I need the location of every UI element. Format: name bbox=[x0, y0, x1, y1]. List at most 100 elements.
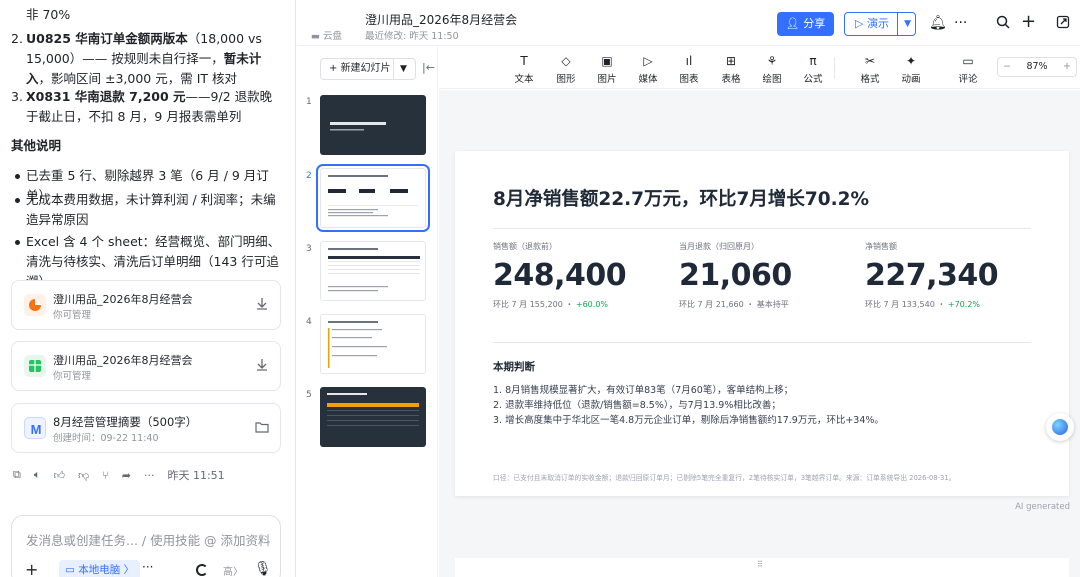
slide-thumbnails: + 新建幻灯片 ▼ |← 1 2 3 4 5 bbox=[297, 47, 438, 577]
breadcrumb[interactable]: ▬ 云盘 bbox=[311, 28, 342, 42]
branch-icon[interactable]: ⑂ bbox=[102, 469, 109, 482]
tool-4[interactable]: ıl 图表 bbox=[672, 53, 706, 85]
slide-thumbnail[interactable] bbox=[320, 387, 426, 447]
speaker-icon[interactable]: 🔈︎ bbox=[34, 468, 41, 482]
kpi-sales: 销售额（退款前） 248,400 环比 7 月 155,200 ・ +60.0% bbox=[493, 241, 673, 310]
tool-label: 媒体 bbox=[638, 74, 658, 85]
folder-icon[interactable] bbox=[254, 419, 270, 435]
tool-3[interactable]: ▷ 媒体 bbox=[631, 53, 665, 85]
bullet-text: 无成本费用数据，未计算利润 / 利润率；未编造异常原因 bbox=[26, 192, 276, 227]
kpi-compare-text: 环比 7 月 155,200 ・ bbox=[493, 300, 576, 309]
zoom-level: 87% bbox=[1026, 61, 1048, 72]
slide-thumbnail[interactable] bbox=[320, 241, 426, 301]
add-icon[interactable]: + bbox=[25, 560, 38, 577]
tool-7[interactable]: π 公式 bbox=[796, 53, 830, 85]
more-icon[interactable]: ··· bbox=[142, 560, 153, 574]
section-title: 其他说明 bbox=[11, 138, 62, 153]
copy-icon[interactable]: ⧉ bbox=[13, 468, 21, 482]
tool-0[interactable]: T 文本 bbox=[507, 53, 541, 85]
tool-icon: ✂ bbox=[864, 54, 876, 68]
slide-thumbnail-selected[interactable] bbox=[316, 164, 430, 232]
doc-created-time: 创建时间：09-22 11:40 bbox=[53, 433, 159, 444]
slide-thumbnail[interactable] bbox=[320, 314, 426, 374]
tool-1[interactable]: ◇ 图形 bbox=[549, 53, 583, 85]
share-button[interactable]: 👤︎ 分享 bbox=[777, 12, 834, 36]
kpi-compare-text: 环比 7 月 21,660 ・ 基本持平 bbox=[679, 300, 789, 309]
microphone-icon[interactable]: 🎙︎ bbox=[254, 561, 272, 577]
tool-2[interactable]: ▣ 图片 bbox=[590, 53, 624, 85]
current-slide[interactable]: 8月净销售额22.7万元，环比7月增长70.2% 销售额（退款前） 248,40… bbox=[455, 151, 1069, 496]
more-icon[interactable]: ··· bbox=[954, 15, 967, 31]
kpi-delta: +70.2% bbox=[947, 300, 981, 309]
present-button[interactable]: ▷ 演示 ▼ bbox=[844, 12, 916, 36]
tool-icon: ⚘ bbox=[766, 54, 778, 68]
tool-icon: ıl bbox=[685, 54, 693, 68]
file-permission: 你可管理 bbox=[53, 371, 92, 382]
tool-icon: ⊞ bbox=[725, 54, 737, 68]
assistant-orb-icon[interactable] bbox=[1046, 413, 1074, 441]
message-input[interactable]: 发消息或创建任务... / 使用技能 @ 添加资料 + ▭ 本地电脑 〉 ···… bbox=[11, 515, 281, 577]
tool-label: 格式 bbox=[860, 74, 880, 85]
zoom-out-icon[interactable]: − bbox=[1003, 58, 1011, 76]
download-icon[interactable] bbox=[254, 357, 270, 373]
editor-toolbar: T 文本 ◇ 图形 ▣ 图片 ▷ 媒体 ıl 图表 ⊞ 表格 ⚘ 绘图 π 公式 ✂ 格式 ✦ 动画 ▭ 评论 − 87% + bbox=[439, 47, 1080, 89]
doc-name: 8月经营管理摘要（500字） bbox=[53, 415, 198, 429]
thumbs-up-icon[interactable]: 👍︎ bbox=[53, 469, 65, 482]
judgement-line: 3. 增长高度集中于华北区一笔4.8万元企业订单，剔除后净销售额约17.9万元，… bbox=[493, 415, 884, 426]
share-icon[interactable]: ➦ bbox=[122, 469, 131, 482]
tool-label: 文本 bbox=[514, 74, 534, 85]
mode-select[interactable]: 高〉 bbox=[223, 563, 243, 577]
bell-icon[interactable]: 🔔︎ bbox=[929, 15, 947, 31]
new-slide-label: 新建幻灯片 bbox=[340, 63, 391, 74]
tool-8[interactable]: ✂ 格式 bbox=[853, 53, 887, 85]
chevron-down-icon[interactable]: ▼ bbox=[904, 13, 911, 35]
document-title[interactable]: 澄川用品_2026年8月经营会 bbox=[365, 11, 517, 28]
external-link-icon[interactable] bbox=[1056, 15, 1070, 33]
more-icon[interactable]: ··· bbox=[144, 469, 155, 482]
slide-number: 5 bbox=[306, 390, 312, 400]
tool-label: 动画 bbox=[901, 74, 921, 85]
list-item: 2. U0825 华南订单金额两版本（18,000 vs 15,000）—— 按… bbox=[11, 29, 283, 89]
list-number: 3. bbox=[11, 89, 23, 104]
zoom-in-icon[interactable]: + bbox=[1063, 58, 1071, 76]
slide-footnote: 口径：已支付且未取消订单的实收金额；退款归回原订单月；已剔除5笔完全重复行，2笔… bbox=[493, 474, 956, 482]
slide-thumbnail[interactable] bbox=[320, 95, 426, 155]
judgement-title: 本期判断 bbox=[493, 361, 535, 373]
list-item-bold: X0831 华南退款 7,200 元 bbox=[26, 89, 186, 104]
slide-title: 8月净销售额22.7万元，环比7月增长70.2% bbox=[493, 189, 870, 210]
thumbs-down-icon[interactable]: 👎︎ bbox=[78, 469, 89, 482]
chevron-down-icon[interactable]: ▼ bbox=[400, 59, 407, 79]
tool-icon: ▷ bbox=[643, 54, 653, 68]
file-name: 澄川用品_2026年8月经营会 bbox=[53, 293, 193, 306]
drag-handle-icon[interactable]: ⠿ bbox=[757, 560, 763, 569]
user-icon: 👤︎ bbox=[785, 17, 800, 30]
kpi-label: 净销售额 bbox=[865, 242, 897, 251]
zoom-control[interactable]: − 87% + bbox=[997, 57, 1077, 77]
collapse-panel-icon[interactable]: |← bbox=[422, 61, 435, 74]
tool-9[interactable]: ✦ 动画 bbox=[894, 53, 928, 85]
tool-label: 表格 bbox=[721, 74, 741, 85]
list-item-bold: U0825 华南订单金额两版本 bbox=[26, 31, 188, 46]
tool-10[interactable]: ▭ 评论 bbox=[951, 53, 985, 85]
list-item: 3. X0831 华南退款 7,200 元——9/2 退款晚于截止日，不扣 8 … bbox=[11, 87, 283, 127]
kpi-compare: 环比 7 月 155,200 ・ +60.0% bbox=[493, 299, 673, 310]
divider bbox=[493, 342, 1031, 343]
kpi-value: 227,340 bbox=[865, 258, 999, 293]
chat-panel: 非 70% 2. U0825 华南订单金额两版本（18,000 vs 15,00… bbox=[0, 0, 296, 577]
slides-file-icon bbox=[24, 294, 46, 316]
slide-canvas: 8月净销售额22.7万元，环比7月增长70.2% 销售额（退款前） 248,40… bbox=[439, 90, 1080, 577]
file-card[interactable]: 澄川用品_2026年8月经营会 你可管理 bbox=[11, 280, 281, 330]
svg-text:M: M bbox=[31, 422, 42, 437]
add-icon[interactable]: + bbox=[1021, 11, 1036, 32]
tool-5[interactable]: ⊞ 表格 bbox=[714, 53, 748, 85]
file-permission: 你可管理 bbox=[53, 310, 92, 321]
local-computer-chip[interactable]: ▭ 本地电脑 〉 bbox=[59, 560, 141, 577]
doc-card[interactable]: M 8月经营管理摘要（500字） 创建时间：09-22 11:40 bbox=[11, 403, 281, 453]
doc-file-icon: M bbox=[24, 417, 46, 439]
download-icon[interactable] bbox=[254, 296, 270, 312]
search-icon[interactable] bbox=[996, 15, 1010, 33]
new-slide-button[interactable]: + 新建幻灯片 ▼ bbox=[320, 58, 416, 80]
kpi-compare: 环比 7 月 21,660 ・ 基本持平 bbox=[679, 299, 859, 310]
file-card[interactable]: 澄川用品_2026年8月经营会 你可管理 bbox=[11, 341, 281, 391]
tool-6[interactable]: ⚘ 绘图 bbox=[755, 53, 789, 85]
